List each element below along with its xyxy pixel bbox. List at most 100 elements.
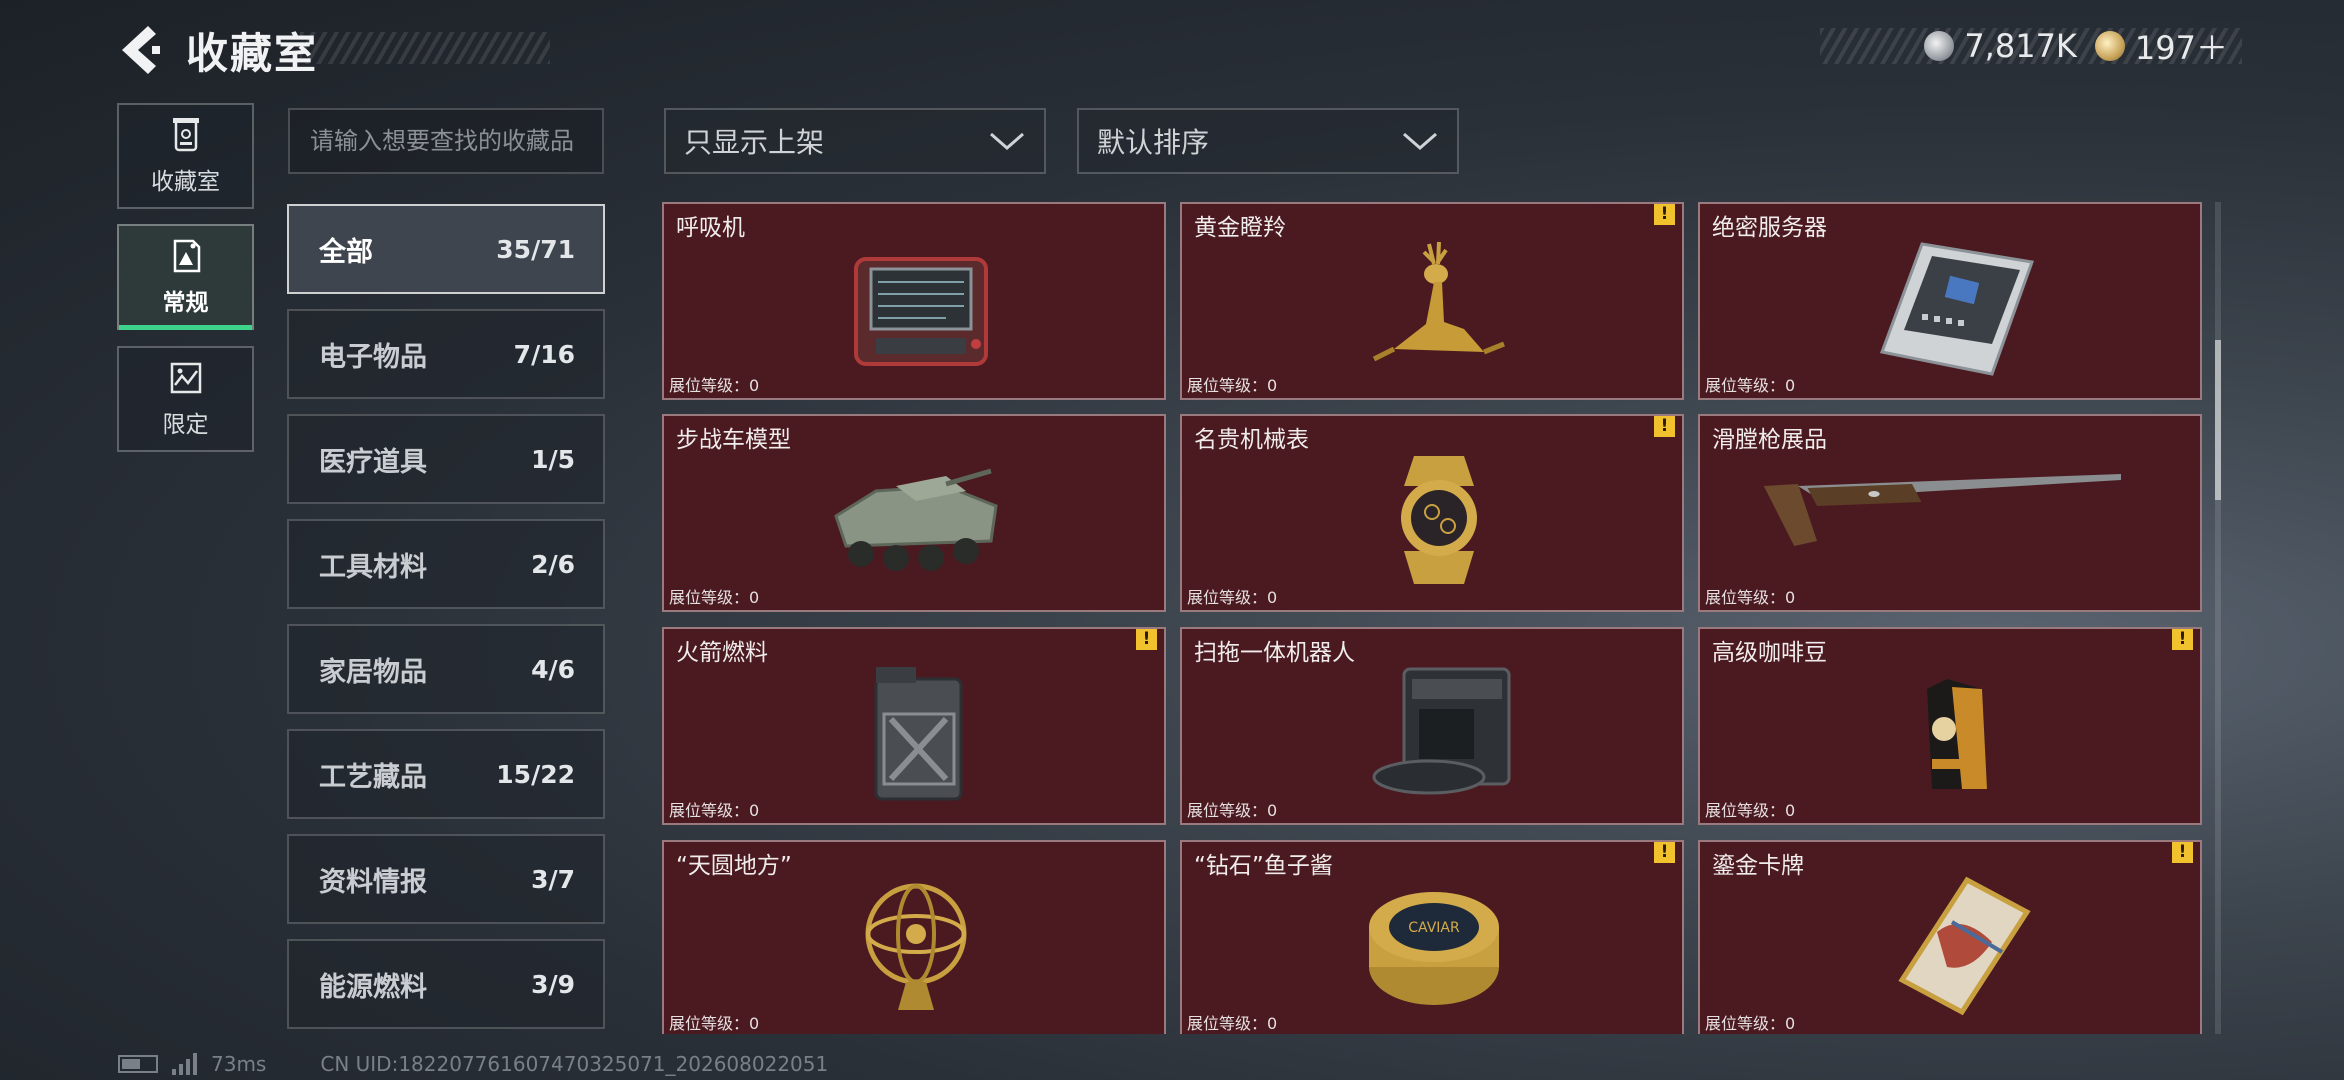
category-count: 1/5 <box>531 444 575 474</box>
category-electronics[interactable]: 电子物品 7/16 <box>287 309 605 399</box>
item-level: 展位等级：0 <box>1187 1010 1277 1034</box>
musket-icon <box>1763 474 2121 546</box>
collection-item-card[interactable]: 黄金瞪羚 ! 展位等级：0 <box>1180 202 1684 400</box>
item-name: 黄金瞪羚 <box>1194 215 1286 241</box>
category-fuel[interactable]: 能源燃料 3/9 <box>287 939 605 1029</box>
category-count: 35/71 <box>496 234 575 264</box>
armillary-sphere-icon <box>865 883 967 1010</box>
nav-label-collection-room: 收藏室 <box>151 169 220 195</box>
nav-collection-room[interactable]: 收藏室 <box>117 103 254 209</box>
collection-item-card[interactable]: 扫拖一体机器人 展位等级：0 <box>1180 627 1684 825</box>
level-label: 展位等级： <box>669 376 750 395</box>
fuel-can-icon <box>874 667 963 801</box>
search-input[interactable] <box>288 108 604 174</box>
grid-scrollbar[interactable] <box>2215 202 2221 1034</box>
warning-badge-icon: ! <box>1654 204 1675 225</box>
robot-vacuum-icon <box>1372 667 1511 795</box>
item-level: 展位等级：0 <box>1187 797 1277 821</box>
sort-value: 默认排序 <box>1097 126 1210 159</box>
nav-regular[interactable]: 常规 <box>117 224 254 330</box>
level-label: 展位等级： <box>1705 801 1786 820</box>
category-count: 4/6 <box>531 654 575 684</box>
item-name: 步战车模型 <box>676 427 791 453</box>
category-household[interactable]: 家居物品 4/6 <box>287 624 605 714</box>
nav-label-limited: 限定 <box>162 412 209 438</box>
gold-coin-icon <box>2094 31 2125 61</box>
display-filter-dropdown[interactable]: 只显示上架 <box>664 108 1046 174</box>
item-level: 展位等级：0 <box>1187 372 1277 396</box>
collection-item-card[interactable]: 绝密服务器 展位等级：0 <box>1698 202 2202 400</box>
level-label: 展位等级： <box>1705 588 1786 607</box>
category-label: 资料情报 <box>319 866 427 898</box>
category-label: 家居物品 <box>319 656 427 688</box>
nav-limited[interactable]: 限定 <box>117 346 254 452</box>
item-name: 绝密服务器 <box>1712 215 1827 241</box>
category-label: 工艺藏品 <box>319 761 427 793</box>
gilded-card-icon <box>1898 876 2031 1016</box>
item-level: 展位等级：0 <box>1705 372 1795 396</box>
item-level: 展位等级：0 <box>1705 584 1795 608</box>
category-count: 3/7 <box>531 864 575 894</box>
level-value: 0 <box>1267 588 1278 607</box>
item-name: 火箭燃料 <box>676 640 768 666</box>
limited-icon <box>170 362 201 394</box>
item-level: 展位等级：0 <box>1705 1010 1795 1034</box>
signal-icon <box>172 1053 197 1075</box>
level-value: 0 <box>749 588 760 607</box>
collection-item-card[interactable]: 滑膛枪展品 展位等级：0 <box>1698 414 2202 612</box>
category-intel[interactable]: 资料情报 3/7 <box>287 834 605 924</box>
sort-dropdown[interactable]: 默认排序 <box>1077 108 1459 174</box>
grid-scroll-thumb[interactable] <box>2215 340 2221 500</box>
item-name: 呼吸机 <box>676 215 745 241</box>
category-crafts[interactable]: 工艺藏品 15/22 <box>287 729 605 819</box>
level-value: 0 <box>1785 588 1796 607</box>
item-level: 展位等级：0 <box>669 1010 759 1034</box>
item-name: 鎏金卡牌 <box>1712 853 1804 879</box>
category-all[interactable]: 全部 35/71 <box>287 204 605 294</box>
level-label: 展位等级： <box>1187 588 1268 607</box>
chevron-down-icon <box>990 132 1024 150</box>
category-label: 能源燃料 <box>319 971 427 1003</box>
level-value: 0 <box>749 376 760 395</box>
item-name: “钻石”鱼子酱 <box>1194 853 1333 879</box>
warning-badge-icon: ! <box>2172 842 2193 863</box>
collection-grid: 呼吸机 展位等级：0 黄金瞪羚 ! 展位等级：0 绝密服务器 展位等级：0 步战… <box>662 202 2202 1034</box>
category-medical[interactable]: 医疗道具 1/5 <box>287 414 605 504</box>
coffee-bag-icon <box>1927 679 1987 789</box>
category-label: 医疗道具 <box>319 446 427 478</box>
collection-item-card[interactable]: 鎏金卡牌 ! 展位等级：0 <box>1698 840 2202 1034</box>
level-label: 展位等级： <box>1705 1014 1786 1033</box>
gold-currency[interactable]: 197＋ <box>2094 23 2228 69</box>
collection-item-card[interactable]: “天圆地方” 展位等级：0 <box>662 840 1166 1034</box>
category-count: 2/6 <box>531 549 575 579</box>
collection-room-icon <box>172 118 199 152</box>
category-count: 15/22 <box>496 759 575 789</box>
currency-bar: 7,817K 197＋ <box>1820 27 2242 67</box>
level-value: 0 <box>1785 801 1796 820</box>
ifv-model-icon <box>834 468 998 571</box>
warning-badge-icon: ! <box>2172 629 2193 650</box>
page-title: 收藏室 <box>186 29 319 78</box>
level-label: 展位等级： <box>669 588 750 607</box>
category-count: 7/16 <box>513 339 575 369</box>
ping-value: 73ms <box>211 1052 267 1076</box>
back-arrow-icon <box>122 26 160 74</box>
ventilator-icon <box>854 257 988 366</box>
collection-item-card[interactable]: 呼吸机 展位等级：0 <box>662 202 1166 400</box>
category-label: 工具材料 <box>319 551 427 583</box>
item-level: 展位等级：0 <box>1705 797 1795 821</box>
level-value: 0 <box>1785 1014 1796 1033</box>
status-footer: 73ms CN UID:182207761607470325071_202608… <box>118 1052 828 1076</box>
back-button[interactable] <box>118 22 162 78</box>
collection-item-card[interactable]: 高级咖啡豆 ! 展位等级：0 <box>1698 627 2202 825</box>
silver-currency-value: 7,817K <box>1964 27 2077 65</box>
level-label: 展位等级： <box>1187 376 1268 395</box>
collection-item-card[interactable]: 步战车模型 展位等级：0 <box>662 414 1166 612</box>
collection-item-card[interactable]: 名贵机械表 ! 展位等级：0 <box>1180 414 1684 612</box>
collection-item-card[interactable]: “钻石”鱼子酱 ! CAVIAR 展位等级：0 <box>1180 840 1684 1034</box>
watch-icon <box>1401 456 1477 584</box>
item-name: 高级咖啡豆 <box>1712 640 1827 666</box>
collection-item-card[interactable]: 火箭燃料 ! 展位等级：0 <box>662 627 1166 825</box>
category-count: 3/9 <box>531 969 575 999</box>
category-tools[interactable]: 工具材料 2/6 <box>287 519 605 609</box>
